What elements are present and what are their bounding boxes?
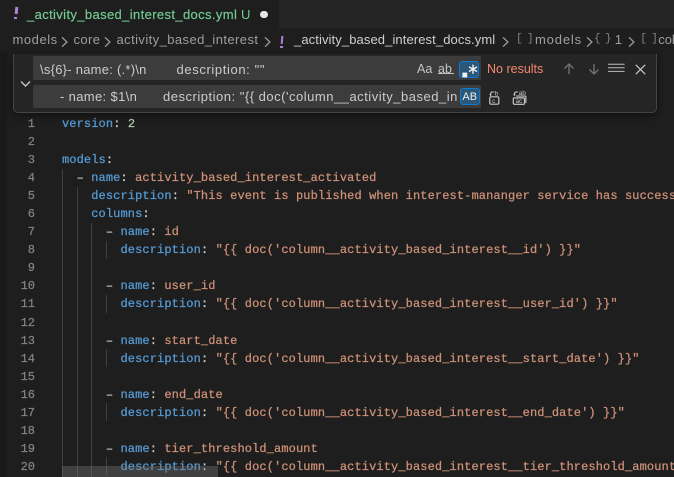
svg-text:b: b (495, 90, 499, 97)
svg-text:ac: ac (515, 98, 522, 105)
svg-text:ab: ab (518, 90, 526, 97)
